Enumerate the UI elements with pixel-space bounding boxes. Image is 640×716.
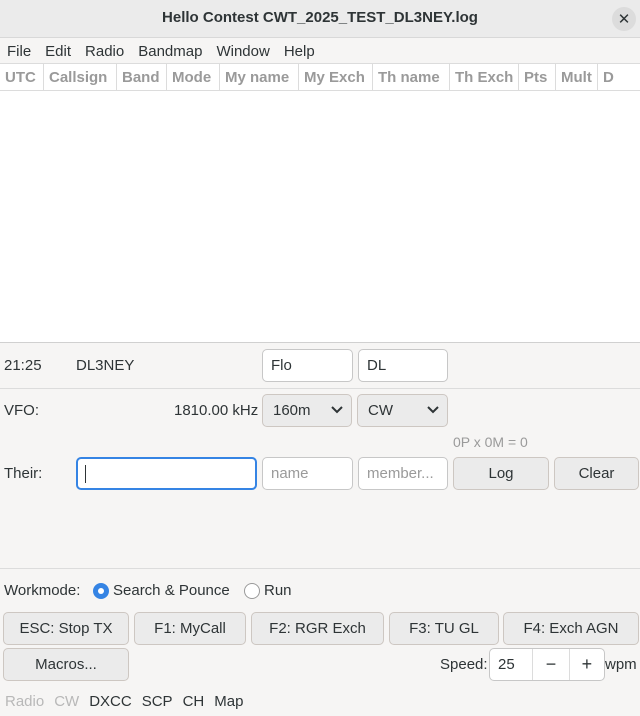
menu-radio[interactable]: Radio	[78, 38, 131, 63]
close-button[interactable]: ✕	[612, 7, 636, 31]
radio-search-pounce-label[interactable]: Search & Pounce	[113, 582, 230, 599]
chevron-down-icon	[331, 405, 343, 417]
column-header-band[interactable]: Band	[117, 64, 167, 90]
column-header-my-name[interactable]: My name	[220, 64, 299, 90]
text-cursor	[85, 464, 86, 483]
their-exch-placeholder: member...	[367, 465, 434, 482]
my-exch-value: DL	[367, 357, 387, 374]
title-bar: Hello Contest CWT_2025_TEST_DL3NEY.log ✕	[0, 0, 640, 38]
my-exch-field[interactable]: DL	[358, 349, 448, 382]
my-name-field[interactable]: Flo	[262, 349, 353, 382]
mode-select-value: CW	[368, 402, 393, 419]
their-name-input[interactable]: name	[262, 457, 353, 490]
close-icon: ✕	[617, 11, 631, 28]
menu-file[interactable]: File	[0, 38, 38, 63]
macro-f1-mycall-button[interactable]: F1: MyCall	[134, 612, 246, 645]
menu-window[interactable]: Window	[209, 38, 276, 63]
menu-bar: File Edit Radio Bandmap Window Help	[0, 38, 640, 64]
band-select[interactable]: 160m	[262, 394, 352, 427]
menu-bandmap[interactable]: Bandmap	[131, 38, 209, 63]
radio-search-pounce[interactable]	[93, 583, 109, 599]
tab-map[interactable]: Map	[209, 690, 248, 714]
column-header-d[interactable]: D	[598, 64, 640, 90]
tab-dxcc[interactable]: DXCC	[84, 690, 137, 714]
column-header-callsign[interactable]: Callsign	[44, 64, 117, 90]
radio-run[interactable]	[244, 583, 260, 599]
their-exch-input[interactable]: member...	[358, 457, 448, 490]
my-name-value: Flo	[271, 357, 292, 374]
tab-ch[interactable]: CH	[178, 690, 210, 714]
vfo-frequency: 1810.00 kHz	[174, 402, 259, 419]
log-button[interactable]: Log	[453, 457, 549, 490]
clear-button[interactable]: Clear	[554, 457, 639, 490]
radio-run-label[interactable]: Run	[264, 582, 292, 599]
band-select-value: 160m	[273, 402, 311, 419]
speed-decrease-button[interactable]: −	[533, 649, 568, 680]
macros-button[interactable]: Macros...	[3, 648, 129, 681]
their-label: Their:	[4, 465, 43, 482]
my-callsign: DL3NEY	[76, 357, 135, 374]
their-name-placeholder: name	[271, 465, 309, 482]
column-header-th-name[interactable]: Th name	[373, 64, 450, 90]
separator	[0, 568, 640, 569]
column-header-pts[interactable]: Pts	[519, 64, 556, 90]
chevron-down-icon	[427, 405, 439, 417]
column-header-my-exch[interactable]: My Exch	[299, 64, 373, 90]
utc-time: 21:25	[4, 357, 42, 374]
macro-f4-exch-agn-button[interactable]: F4: Exch AGN	[503, 612, 639, 645]
log-table-header: UTC Callsign Band Mode My name My Exch T…	[0, 64, 640, 91]
column-header-mode[interactable]: Mode	[167, 64, 220, 90]
macro-esc-stop-tx-button[interactable]: ESC: Stop TX	[3, 612, 129, 645]
column-header-th-exch[interactable]: Th Exch	[450, 64, 519, 90]
column-header-mult[interactable]: Mult	[556, 64, 598, 90]
bottom-tab-bar: Radio CW DXCC SCP CH Map	[0, 690, 248, 714]
speed-increase-button[interactable]: +	[568, 649, 604, 680]
log-table[interactable]: UTC Callsign Band Mode My name My Exch T…	[0, 64, 640, 343]
menu-help[interactable]: Help	[277, 38, 322, 63]
tab-scp[interactable]: SCP	[137, 690, 178, 714]
vfo-label: VFO:	[4, 402, 40, 419]
tab-radio[interactable]: Radio	[0, 690, 49, 714]
macro-f3-tu-gl-button[interactable]: F3: TU GL	[389, 612, 499, 645]
speed-value[interactable]: 25	[490, 649, 534, 680]
tab-cw[interactable]: CW	[49, 690, 84, 714]
workmode-label: Workmode:	[4, 582, 81, 599]
their-callsign-input[interactable]	[76, 457, 257, 490]
speed-spinner[interactable]: 25 − +	[489, 648, 605, 681]
window-title: Hello Contest CWT_2025_TEST_DL3NEY.log	[162, 9, 478, 26]
macro-f2-rgr-exch-button[interactable]: F2: RGR Exch	[251, 612, 384, 645]
speed-label: Speed:	[440, 656, 488, 673]
speed-unit: wpm	[605, 656, 637, 673]
separator	[0, 388, 640, 389]
column-header-utc[interactable]: UTC	[0, 64, 44, 90]
mode-select[interactable]: CW	[357, 394, 448, 427]
menu-edit[interactable]: Edit	[38, 38, 78, 63]
score-summary: 0P x 0M = 0	[453, 434, 528, 450]
